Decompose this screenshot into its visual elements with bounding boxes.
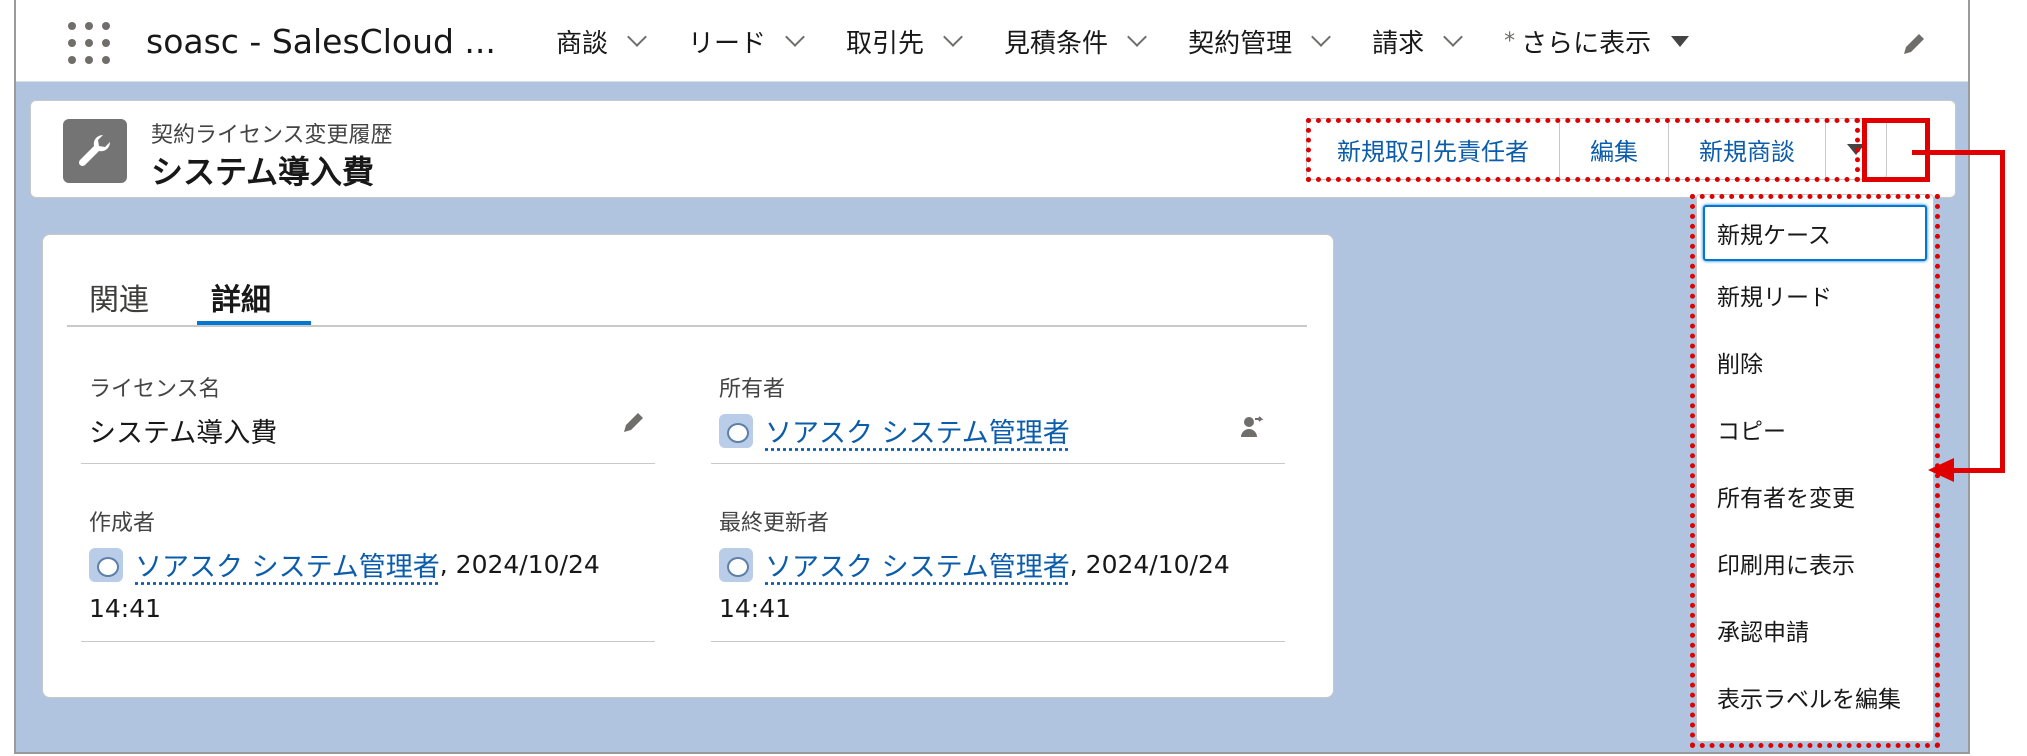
field-value: ソアスク システム管理者 , 2024/10/24 bbox=[89, 545, 655, 584]
field-divider bbox=[711, 463, 1285, 464]
field-license-name: ライセンス名 システム導入費 bbox=[81, 371, 655, 464]
field-divider bbox=[711, 641, 1285, 642]
nav-item-label: 契約管理 bbox=[1188, 28, 1293, 59]
nav-item-label: さらに表示 bbox=[1521, 28, 1652, 59]
menu-item-edit-labels[interactable]: 表示ラベルを編集 bbox=[1697, 663, 1933, 730]
app-launcher-icon[interactable] bbox=[68, 22, 110, 64]
annotation-arrow-head-icon bbox=[1928, 458, 1954, 482]
nav-item-opportunities[interactable]: 商談 bbox=[556, 23, 647, 60]
nav-item-label: 取引先 bbox=[846, 28, 925, 59]
new-contact-button[interactable]: 新規取引先責任者 bbox=[1307, 119, 1560, 179]
menu-item-new-case[interactable]: 新規ケース bbox=[1703, 205, 1927, 261]
edit-nav-pencil-icon[interactable] bbox=[1900, 30, 1928, 58]
wrench-icon bbox=[63, 119, 127, 183]
nav-item-label: リード bbox=[688, 28, 767, 59]
field-label: 所有者 bbox=[719, 377, 786, 402]
chevron-down-icon[interactable] bbox=[943, 27, 963, 47]
created-by-link[interactable]: ソアスク システム管理者 bbox=[135, 545, 440, 584]
annotation-arrow-segment bbox=[1912, 150, 2004, 155]
nav-item-contract-management[interactable]: 契約管理 bbox=[1188, 23, 1331, 60]
nav-items: 商談 リード 取引先 見積条件 契約管理 請求 * さらに表示 bbox=[556, 0, 1733, 82]
caret-down-icon bbox=[1847, 143, 1865, 155]
field-label: ライセンス名 bbox=[89, 377, 221, 402]
annotation-arrow-segment bbox=[1950, 468, 2005, 473]
field-owner: 所有者 ソアスク システム管理者 bbox=[711, 371, 1285, 464]
chevron-down-icon[interactable] bbox=[1127, 27, 1147, 47]
caret-down-icon[interactable] bbox=[1671, 35, 1690, 47]
modified-by-link[interactable]: ソアスク システム管理者 bbox=[765, 545, 1070, 584]
menu-item-new-lead[interactable]: 新規リード bbox=[1697, 261, 1933, 328]
action-button-group: 新規取引先責任者 編集 新規商談 bbox=[1306, 118, 1887, 180]
object-label: 契約ライセンス変更履歴 bbox=[151, 123, 393, 148]
field-value: ソアスク システム管理者 bbox=[719, 411, 1285, 450]
chevron-down-icon[interactable] bbox=[785, 27, 805, 47]
field-last-modified-by: 最終更新者 ソアスク システム管理者 , 2024/10/24 14:41 bbox=[711, 505, 1285, 642]
created-time: 14:41 bbox=[89, 594, 162, 623]
nav-item-label: 請求 bbox=[1372, 28, 1425, 59]
field-value: ソアスク システム管理者 , 2024/10/24 bbox=[719, 545, 1285, 584]
edit-pencil-icon[interactable] bbox=[621, 409, 647, 435]
user-avatar bbox=[89, 547, 123, 582]
tab-related[interactable]: 関連 bbox=[89, 275, 149, 319]
record-detail-card: 関連 詳細 ライセンス名 システム導入費 所有者 ソアスク システム管理者 作成 bbox=[42, 234, 1334, 698]
nav-item-leads[interactable]: リード bbox=[688, 23, 805, 60]
edit-button[interactable]: 編集 bbox=[1560, 119, 1669, 179]
global-nav: soasc - SalesCloud ... 商談 リード 取引先 見積条件 契… bbox=[16, 0, 1968, 82]
owner-link[interactable]: ソアスク システム管理者 bbox=[765, 411, 1070, 450]
app-frame: soasc - SalesCloud ... 商談 リード 取引先 見積条件 契… bbox=[14, 0, 1970, 754]
modified-date: , 2024/10/24 bbox=[1069, 550, 1230, 579]
nav-item-more[interactable]: * さらに表示 bbox=[1504, 23, 1690, 60]
modified-time: 14:41 bbox=[719, 594, 792, 623]
menu-item-change-owner[interactable]: 所有者を変更 bbox=[1697, 462, 1933, 529]
chevron-down-icon[interactable] bbox=[1443, 27, 1463, 47]
change-owner-icon[interactable] bbox=[1239, 413, 1265, 439]
menu-item-copy[interactable]: コピー bbox=[1697, 395, 1933, 462]
annotation-arrow-segment bbox=[2000, 150, 2005, 472]
nav-item-label: 商談 bbox=[556, 28, 609, 59]
user-avatar bbox=[719, 413, 753, 448]
menu-item-submit-approval[interactable]: 承認申請 bbox=[1697, 596, 1933, 663]
more-actions-button[interactable] bbox=[1826, 119, 1886, 179]
chevron-down-icon[interactable] bbox=[1311, 27, 1331, 47]
created-date: , 2024/10/24 bbox=[439, 550, 600, 579]
field-value: システム導入費 bbox=[89, 418, 278, 449]
field-created-by: 作成者 ソアスク システム管理者 , 2024/10/24 14:41 bbox=[81, 505, 655, 642]
field-divider bbox=[81, 641, 655, 642]
unsaved-star: * bbox=[1504, 28, 1516, 54]
field-divider bbox=[81, 463, 655, 464]
nav-item-quote-terms[interactable]: 見積条件 bbox=[1004, 23, 1147, 60]
nav-item-accounts[interactable]: 取引先 bbox=[846, 23, 963, 60]
new-opportunity-button[interactable]: 新規商談 bbox=[1669, 119, 1826, 179]
nav-item-label: 見積条件 bbox=[1004, 28, 1109, 59]
app-name: soasc - SalesCloud ... bbox=[146, 22, 496, 61]
field-label: 作成者 bbox=[89, 511, 156, 536]
user-avatar bbox=[719, 547, 753, 582]
active-tab-indicator bbox=[197, 321, 311, 325]
menu-item-printable-view[interactable]: 印刷用に表示 bbox=[1697, 529, 1933, 596]
tab-bar: 関連 詳細 bbox=[67, 265, 1307, 327]
more-actions-menu: 新規ケース 新規リード 削除 コピー 所有者を変更 印刷用に表示 承認申請 表示… bbox=[1696, 194, 1934, 742]
nav-item-billing[interactable]: 請求 bbox=[1372, 23, 1463, 60]
chevron-down-icon[interactable] bbox=[627, 27, 647, 47]
record-title: システム導入費 bbox=[151, 153, 375, 191]
menu-item-delete[interactable]: 削除 bbox=[1697, 328, 1933, 395]
tab-details[interactable]: 詳細 bbox=[211, 275, 271, 319]
field-label: 最終更新者 bbox=[719, 511, 830, 536]
